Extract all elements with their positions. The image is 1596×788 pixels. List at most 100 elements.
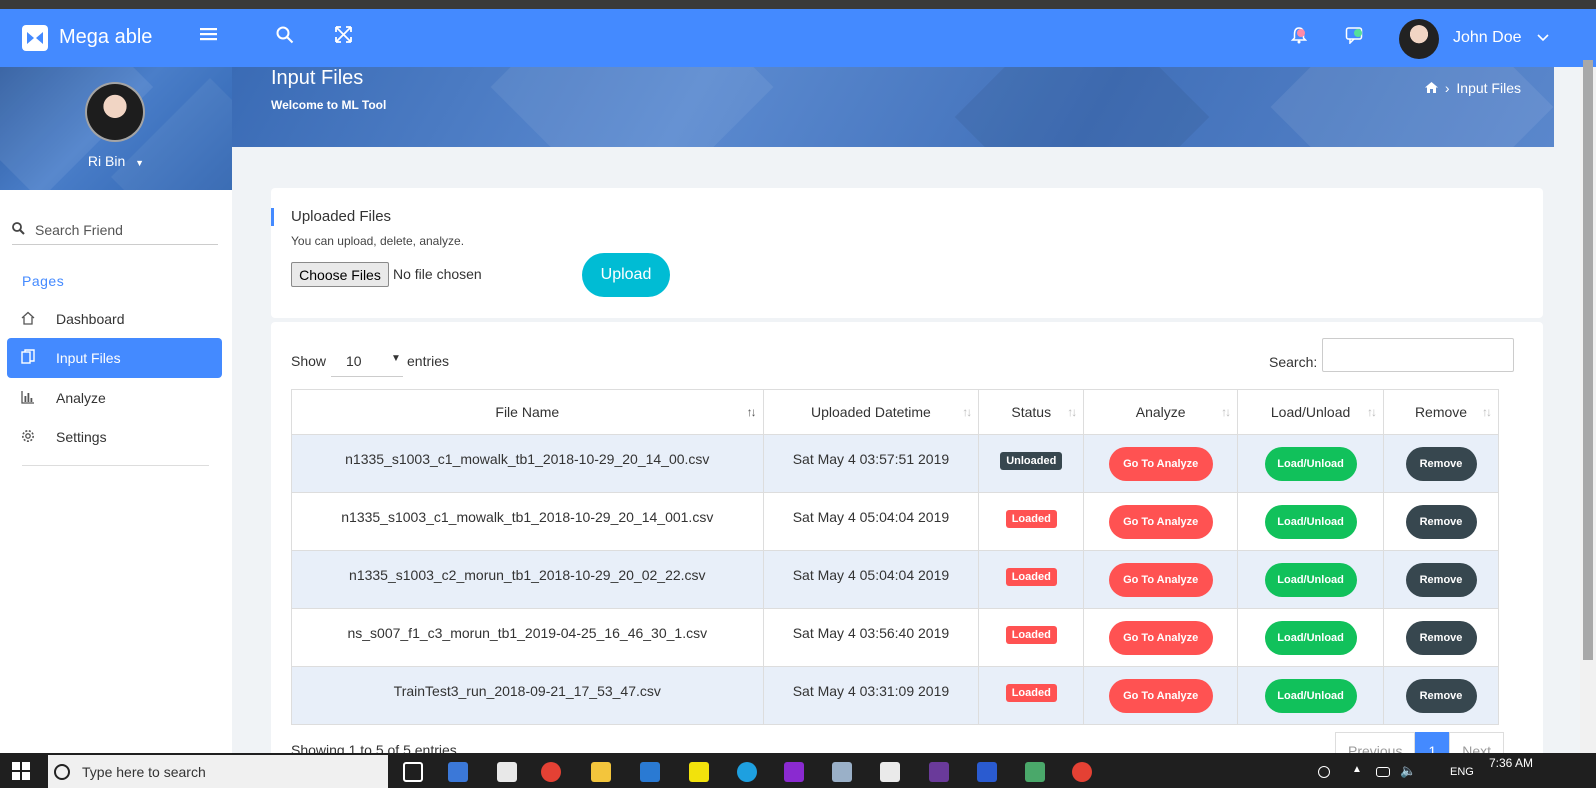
fullscreen-icon[interactable] — [335, 26, 352, 47]
table-row: n1335_s1003_c1_mowalk_tb1_2018-10-29_20_… — [291, 434, 1499, 493]
column-header-remove[interactable]: Remove ↑↓ — [1383, 389, 1499, 435]
language-indicator[interactable]: ENG — [1450, 766, 1474, 778]
load-unload-button[interactable]: Load/Unload — [1264, 679, 1357, 713]
user-avatar[interactable] — [1399, 19, 1439, 59]
sort-icon: ↑↓ — [1221, 405, 1231, 419]
column-header-analyze[interactable]: Analyze ↑↓ — [1083, 389, 1239, 435]
column-header-file-name[interactable]: File Name ↑↓ — [291, 389, 764, 435]
remove-button[interactable]: Remove — [1405, 447, 1477, 481]
file-name-cell: n1335_s1003_c2_morun_tb1_2018-10-29_20_0… — [291, 550, 764, 609]
page-title: Input Files — [271, 67, 364, 89]
sticky-notes-icon[interactable] — [689, 762, 709, 782]
breadcrumb: › Input Files — [1424, 80, 1521, 96]
people-icon[interactable] — [1318, 766, 1330, 778]
upload-button[interactable]: Upload — [582, 253, 670, 297]
datetime-cell: Sat May 4 03:56:40 2019 — [762, 608, 980, 667]
chevron-up-icon[interactable]: ▲ — [1352, 764, 1372, 784]
status-badge: Loaded — [1005, 684, 1057, 702]
gear-icon — [7, 429, 41, 446]
header-user-name[interactable]: John Doe — [1453, 29, 1522, 47]
bar-chart-icon — [7, 390, 41, 407]
remove-button[interactable]: Remove — [1405, 621, 1477, 655]
go-to-analyze-button[interactable]: Go To Analyze — [1108, 447, 1213, 481]
vscode-icon[interactable] — [640, 762, 660, 782]
datetime-cell: Sat May 4 03:57:51 2019 — [762, 434, 980, 493]
table-search-input[interactable] — [1322, 338, 1514, 372]
volume-icon[interactable]: 🔈 — [1400, 763, 1420, 783]
sidebar-item-analyze[interactable]: Analyze — [7, 378, 222, 418]
load-unload-button[interactable]: Load/Unload — [1264, 447, 1357, 481]
sidebar-divider — [22, 465, 209, 466]
card-subtitle: You can upload, delete, analyze. — [291, 234, 465, 248]
sidebar-item-dashboard[interactable]: Dashboard — [7, 299, 222, 339]
go-to-analyze-button[interactable]: Go To Analyze — [1108, 679, 1213, 713]
file-name-cell: TrainTest3_run_2018-09-21_17_53_47.csv — [291, 666, 764, 725]
remove-button[interactable]: Remove — [1405, 679, 1477, 713]
hamburger-menu-icon[interactable] — [200, 26, 217, 46]
sidebar-item-input-files[interactable]: Input Files — [7, 338, 222, 378]
load-unload-button[interactable]: Load/Unload — [1264, 621, 1357, 655]
profile-avatar[interactable] — [85, 82, 145, 142]
page-header-banner: Input Files Welcome to ML Tool › Input F… — [232, 67, 1554, 147]
app-name[interactable]: Mega able — [59, 26, 152, 49]
page-size-select[interactable]: 10 ▼ — [331, 341, 403, 377]
remove-button[interactable]: Remove — [1405, 505, 1477, 539]
browser-top-strip — [0, 0, 1596, 9]
windows-start-icon[interactable] — [12, 762, 32, 782]
home-icon[interactable] — [1424, 80, 1442, 96]
files-table: File Name ↑↓ Uploaded Datetime ↑↓ Status ↑↓… — [291, 389, 1499, 725]
taskbar-search[interactable]: Type here to search — [48, 755, 388, 788]
column-header-load-unload[interactable]: Load/Unload ↑↓ — [1237, 389, 1385, 435]
go-to-analyze-button[interactable]: Go To Analyze — [1108, 621, 1213, 655]
file-explorer-icon[interactable] — [591, 762, 611, 782]
column-header-status[interactable]: Status ↑↓ — [978, 389, 1085, 435]
app-icon[interactable] — [448, 762, 468, 782]
load-unload-button[interactable]: Load/Unload — [1264, 563, 1357, 597]
network-icon[interactable] — [1376, 767, 1390, 777]
profile-name[interactable]: Ri Bin ▼ — [0, 153, 232, 169]
notepad-icon[interactable] — [880, 762, 900, 782]
search-icon[interactable] — [276, 26, 294, 48]
app-icon[interactable] — [832, 762, 852, 782]
app-icon[interactable] — [929, 762, 949, 782]
go-to-analyze-button[interactable]: Go To Analyze — [1108, 505, 1213, 539]
top-navbar: Mega able John Doe — [0, 9, 1596, 67]
task-view-icon[interactable] — [403, 762, 423, 782]
sidebar-item-label: Dashboard — [56, 311, 125, 327]
status-badge: Loaded — [1005, 568, 1057, 586]
search-friend-input[interactable] — [35, 221, 205, 238]
clock[interactable]: 7:36 AM — [1489, 756, 1533, 770]
card-accent-bar — [271, 208, 274, 226]
remove-button[interactable]: Remove — [1405, 563, 1477, 597]
upload-card: Uploaded Files You can upload, delete, a… — [271, 188, 1543, 318]
phpstorm-icon[interactable] — [784, 762, 804, 782]
status-badge: Loaded — [1005, 626, 1057, 644]
sort-icon: ↑↓ — [962, 405, 972, 419]
go-to-analyze-button[interactable]: Go To Analyze — [1108, 563, 1213, 597]
column-header-uploaded-datetime[interactable]: Uploaded Datetime ↑↓ — [762, 389, 980, 435]
chrome-icon[interactable] — [1072, 762, 1092, 782]
sidebar-item-label: Input Files — [56, 350, 121, 366]
mail-icon[interactable] — [497, 762, 517, 782]
sort-icon: ↑↓ — [1367, 405, 1377, 419]
chevron-down-icon[interactable] — [1537, 29, 1549, 45]
datetime-cell: Sat May 4 05:04:04 2019 — [762, 492, 980, 551]
logo-icon[interactable] — [22, 25, 48, 51]
sidebar-item-settings[interactable]: Settings — [7, 417, 222, 457]
powershell-icon[interactable] — [977, 762, 997, 782]
taskbar-search-placeholder: Type here to search — [82, 763, 206, 780]
breadcrumb-current[interactable]: Input Files — [1456, 80, 1521, 96]
photos-icon[interactable] — [1025, 762, 1045, 782]
chrome-icon[interactable] — [541, 762, 561, 782]
card-title: Uploaded Files — [291, 208, 392, 225]
notification-dot — [1297, 29, 1305, 37]
teamviewer-icon[interactable] — [737, 762, 757, 782]
table-row: n1335_s1003_c2_morun_tb1_2018-10-29_20_0… — [291, 550, 1499, 609]
sidebar: Ri Bin ▼ Pages Dashboard Input Files Ana… — [0, 67, 232, 788]
choose-files-button[interactable]: Choose Files — [291, 262, 389, 287]
caret-down-icon[interactable]: ▼ — [135, 158, 144, 168]
scrollbar-thumb[interactable] — [1583, 60, 1593, 660]
load-unload-button[interactable]: Load/Unload — [1264, 505, 1357, 539]
status-badge: Loaded — [1005, 510, 1057, 528]
sort-asc-icon: ↑↓ — [746, 405, 757, 419]
